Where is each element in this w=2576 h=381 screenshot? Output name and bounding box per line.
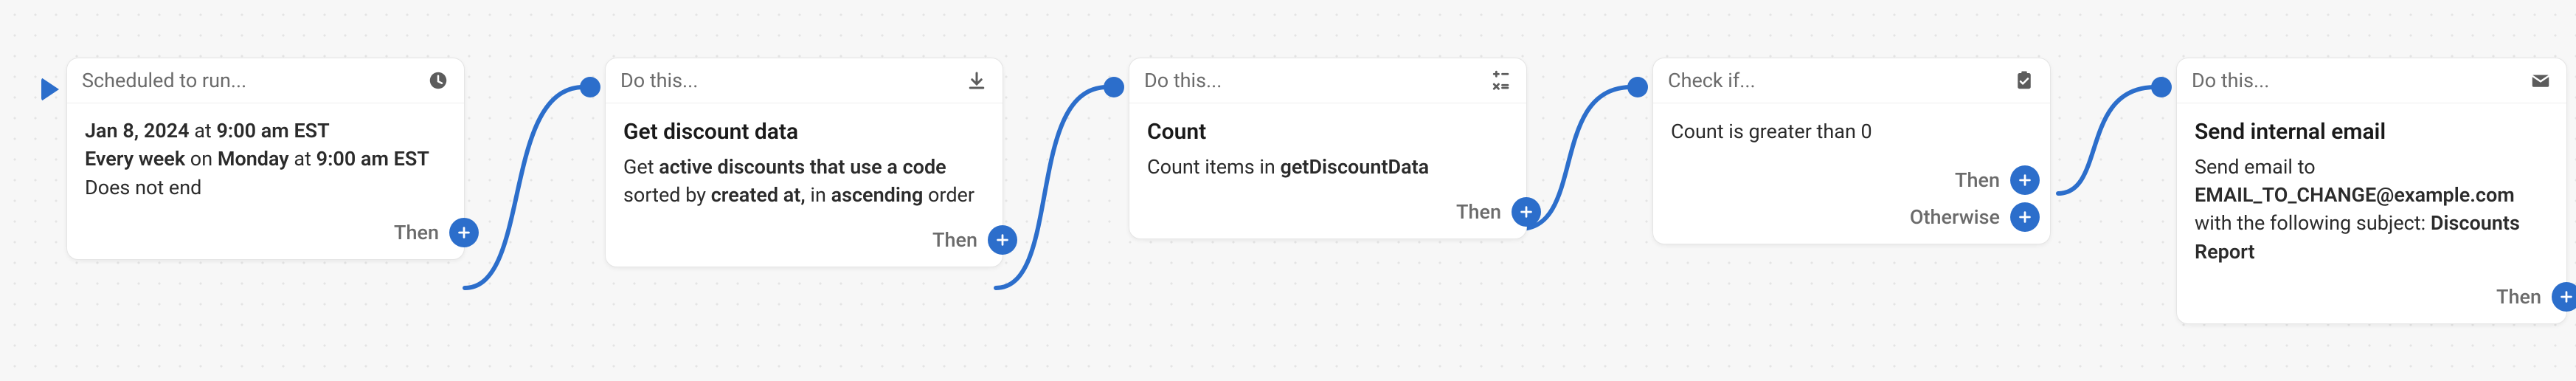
node-header: Do this...: [1129, 58, 1526, 103]
node-body: Count is greater than 0: [1653, 103, 2050, 165]
node-title: Send internal email: [2195, 117, 2549, 148]
node-title: Count: [1147, 117, 1509, 148]
node-header: Do this...: [2177, 58, 2566, 103]
add-step-then-button[interactable]: [2010, 165, 2040, 195]
node-header-label: Do this...: [2192, 69, 2530, 92]
node-count[interactable]: Do this... Count Count items in getDisco…: [1129, 58, 1527, 239]
step-lead-marker: [1104, 77, 1124, 97]
node-body: Send internal email Send email to EMAIL_…: [2177, 103, 2566, 282]
clock-icon: [427, 69, 449, 92]
branch-then-label: Then: [2496, 285, 2541, 309]
node-title: Get discount data: [623, 117, 985, 148]
branch-otherwise-label: Otherwise: [1910, 205, 2000, 229]
step-lead-marker: [1627, 77, 1648, 97]
mail-icon: [2530, 69, 2552, 92]
branch-then-label: Then: [394, 221, 439, 244]
node-body: Jan 8, 2024 at 9:00 am EST Every week on…: [67, 103, 464, 218]
node-header-label: Do this...: [1144, 69, 1489, 92]
node-send-email[interactable]: Do this... Send internal email Send emai…: [2176, 58, 2567, 324]
add-step-button[interactable]: [449, 218, 479, 247]
trigger-play-icon: [41, 78, 59, 101]
node-trigger[interactable]: Scheduled to run... Jan 8, 2024 at 9:00 …: [66, 58, 465, 260]
node-body: Count Count items in getDiscountData: [1129, 103, 1526, 197]
branch-then-label: Then: [1955, 168, 2000, 192]
node-condition[interactable]: Check if... Count is greater than 0 Then…: [1652, 58, 2051, 244]
branch-then-label: Then: [932, 228, 977, 252]
calculate-icon: [1489, 69, 1512, 92]
add-step-otherwise-button[interactable]: [2010, 202, 2040, 232]
node-get-discount-data[interactable]: Do this... Get discount data Get active …: [605, 58, 1003, 267]
add-step-button[interactable]: [2552, 282, 2576, 312]
node-header: Do this...: [606, 58, 1003, 103]
add-step-button[interactable]: [1512, 197, 1541, 227]
checklist-icon: [2013, 69, 2035, 92]
add-step-button[interactable]: [988, 225, 1017, 255]
step-lead-marker: [580, 77, 600, 97]
branch-then-label: Then: [1456, 200, 1501, 224]
node-header-label: Check if...: [1668, 69, 2013, 92]
node-body: Get discount data Get active discounts t…: [606, 103, 1003, 225]
node-header: Scheduled to run...: [67, 58, 464, 103]
node-header-label: Scheduled to run...: [82, 69, 427, 92]
download-icon: [966, 69, 988, 92]
node-header-label: Do this...: [620, 69, 966, 92]
step-lead-marker: [2151, 77, 2172, 97]
node-header: Check if...: [1653, 58, 2050, 103]
